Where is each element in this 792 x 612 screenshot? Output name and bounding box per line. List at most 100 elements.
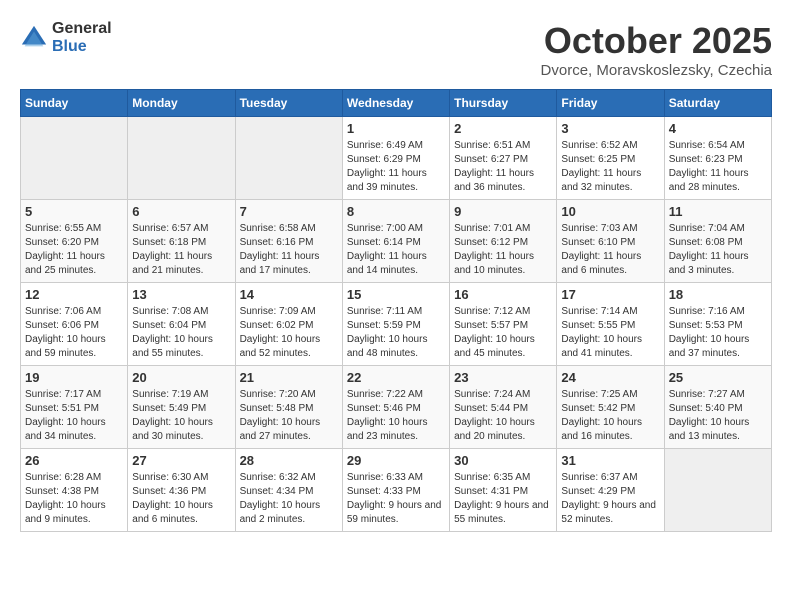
logo-general-text: General	[52, 20, 112, 38]
weekday-header: Monday	[128, 90, 235, 117]
day-number: 1	[347, 121, 445, 136]
cell-info: Sunrise: 6:37 AM Sunset: 4:29 PM Dayligh…	[561, 471, 659, 527]
calendar-cell: 21 Sunrise: 7:20 AM Sunset: 5:48 PM Dayli…	[235, 366, 342, 449]
calendar-cell: 10Sunrise: 7:03 AM Sunset: 6:10 PM Dayli…	[557, 200, 664, 283]
calendar-week-row: 12 Sunrise: 7:06 AM Sunset: 6:06 PM Dayli…	[21, 283, 772, 366]
cell-info: Sunrise: 7:19 AM Sunset: 5:49 PM Dayligh…	[132, 388, 230, 444]
day-number: 5	[25, 204, 123, 219]
calendar-cell: 8 Sunrise: 7:00 AM Sunset: 6:14 PM Daylig…	[342, 200, 449, 283]
logo-icon	[20, 24, 48, 52]
calendar-cell	[21, 117, 128, 200]
calendar-cell	[235, 117, 342, 200]
calendar-cell: 1 Sunrise: 6:49 AM Sunset: 6:29 PM Daylig…	[342, 117, 449, 200]
calendar-cell: 7Sunrise: 6:58 AM Sunset: 6:16 PM Daylig…	[235, 200, 342, 283]
day-number: 20	[132, 370, 230, 385]
calendar-cell: 27 Sunrise: 6:30 AM Sunset: 4:36 PM Dayli…	[128, 449, 235, 532]
calendar-cell: 31 Sunrise: 6:37 AM Sunset: 4:29 PM Dayli…	[557, 449, 664, 532]
weekday-header: Friday	[557, 90, 664, 117]
cell-info: Sunrise: 7:01 AM Sunset: 6:12 PM Dayligh…	[454, 222, 552, 278]
day-number: 10	[561, 204, 659, 219]
calendar-cell: 22 Sunrise: 7:22 AM Sunset: 5:46 PM Dayli…	[342, 366, 449, 449]
weekday-header: Wednesday	[342, 90, 449, 117]
cell-info: Sunrise: 6:32 AM Sunset: 4:34 PM Dayligh…	[240, 471, 338, 527]
calendar-cell: 6 Sunrise: 6:57 AM Sunset: 6:18 PM Daylig…	[128, 200, 235, 283]
cell-info: Sunrise: 6:54 AM Sunset: 6:23 PM Dayligh…	[669, 139, 767, 195]
day-number: 24	[561, 370, 659, 385]
cell-info: Sunrise: 7:12 AM Sunset: 5:57 PM Dayligh…	[454, 305, 552, 361]
day-number: 9	[454, 204, 552, 219]
day-number: 28	[240, 453, 338, 468]
calendar-cell: 26Sunrise: 6:28 AM Sunset: 4:38 PM Dayli…	[21, 449, 128, 532]
cell-info: Sunrise: 7:24 AM Sunset: 5:44 PM Dayligh…	[454, 388, 552, 444]
calendar-cell: 28 Sunrise: 6:32 AM Sunset: 4:34 PM Dayli…	[235, 449, 342, 532]
weekday-header: Sunday	[21, 90, 128, 117]
calendar-cell: 3 Sunrise: 6:52 AM Sunset: 6:25 PM Daylig…	[557, 117, 664, 200]
calendar-week-row: 19Sunrise: 7:17 AM Sunset: 5:51 PM Dayli…	[21, 366, 772, 449]
calendar-cell: 9 Sunrise: 7:01 AM Sunset: 6:12 PM Daylig…	[450, 200, 557, 283]
logo-blue-text: Blue	[52, 38, 112, 56]
calendar-week-row: 26Sunrise: 6:28 AM Sunset: 4:38 PM Dayli…	[21, 449, 772, 532]
weekday-header: Thursday	[450, 90, 557, 117]
location: Dvorce, Moravskoslezsky, Czechia	[541, 62, 772, 79]
cell-info: Sunrise: 6:51 AM Sunset: 6:27 PM Dayligh…	[454, 139, 552, 195]
day-number: 27	[132, 453, 230, 468]
cell-info: Sunrise: 6:35 AM Sunset: 4:31 PM Dayligh…	[454, 471, 552, 527]
cell-info: Sunrise: 6:55 AM Sunset: 6:20 PM Dayligh…	[25, 222, 123, 278]
day-number: 30	[454, 453, 552, 468]
cell-info: Sunrise: 6:49 AM Sunset: 6:29 PM Dayligh…	[347, 139, 445, 195]
calendar-cell: 24 Sunrise: 7:25 AM Sunset: 5:42 PM Dayli…	[557, 366, 664, 449]
calendar-cell	[664, 449, 771, 532]
calendar-cell: 25Sunrise: 7:27 AM Sunset: 5:40 PM Dayli…	[664, 366, 771, 449]
day-number: 19	[25, 370, 123, 385]
calendar-week-row: 5 Sunrise: 6:55 AM Sunset: 6:20 PM Daylig…	[21, 200, 772, 283]
cell-info: Sunrise: 7:04 AM Sunset: 6:08 PM Dayligh…	[669, 222, 767, 278]
cell-info: Sunrise: 7:08 AM Sunset: 6:04 PM Dayligh…	[132, 305, 230, 361]
cell-info: Sunrise: 7:20 AM Sunset: 5:48 PM Dayligh…	[240, 388, 338, 444]
day-number: 21	[240, 370, 338, 385]
day-number: 12	[25, 287, 123, 302]
day-number: 14	[240, 287, 338, 302]
cell-info: Sunrise: 7:16 AM Sunset: 5:53 PM Dayligh…	[669, 305, 767, 361]
day-number: 3	[561, 121, 659, 136]
cell-info: Sunrise: 7:22 AM Sunset: 5:46 PM Dayligh…	[347, 388, 445, 444]
day-number: 16	[454, 287, 552, 302]
cell-info: Sunrise: 7:25 AM Sunset: 5:42 PM Dayligh…	[561, 388, 659, 444]
day-number: 18	[669, 287, 767, 302]
cell-info: Sunrise: 6:52 AM Sunset: 6:25 PM Dayligh…	[561, 139, 659, 195]
cell-info: Sunrise: 6:58 AM Sunset: 6:16 PM Dayligh…	[240, 222, 338, 278]
calendar-cell: 4 Sunrise: 6:54 AM Sunset: 6:23 PM Daylig…	[664, 117, 771, 200]
calendar-cell: 15Sunrise: 7:11 AM Sunset: 5:59 PM Dayli…	[342, 283, 449, 366]
day-number: 2	[454, 121, 552, 136]
day-number: 15	[347, 287, 445, 302]
day-number: 22	[347, 370, 445, 385]
cell-info: Sunrise: 7:06 AM Sunset: 6:06 PM Dayligh…	[25, 305, 123, 361]
day-number: 6	[132, 204, 230, 219]
day-number: 29	[347, 453, 445, 468]
cell-info: Sunrise: 7:14 AM Sunset: 5:55 PM Dayligh…	[561, 305, 659, 361]
calendar-cell: 2 Sunrise: 6:51 AM Sunset: 6:27 PM Daylig…	[450, 117, 557, 200]
calendar-cell: 20 Sunrise: 7:19 AM Sunset: 5:49 PM Dayli…	[128, 366, 235, 449]
title-block: October 2025 Dvorce, Moravskoslezsky, Cz…	[541, 20, 772, 79]
day-number: 26	[25, 453, 123, 468]
calendar-cell: 11 Sunrise: 7:04 AM Sunset: 6:08 PM Dayli…	[664, 200, 771, 283]
day-number: 4	[669, 121, 767, 136]
day-number: 23	[454, 370, 552, 385]
calendar-cell: 13Sunrise: 7:08 AM Sunset: 6:04 PM Dayli…	[128, 283, 235, 366]
day-number: 11	[669, 204, 767, 219]
day-number: 25	[669, 370, 767, 385]
calendar-table: SundayMondayTuesdayWednesdayThursdayFrid…	[20, 89, 772, 532]
cell-info: Sunrise: 7:00 AM Sunset: 6:14 PM Dayligh…	[347, 222, 445, 278]
calendar-cell: 19Sunrise: 7:17 AM Sunset: 5:51 PM Dayli…	[21, 366, 128, 449]
day-number: 31	[561, 453, 659, 468]
calendar-cell: 14 Sunrise: 7:09 AM Sunset: 6:02 PM Dayli…	[235, 283, 342, 366]
cell-info: Sunrise: 6:57 AM Sunset: 6:18 PM Dayligh…	[132, 222, 230, 278]
cell-info: Sunrise: 6:33 AM Sunset: 4:33 PM Dayligh…	[347, 471, 445, 527]
cell-info: Sunrise: 7:09 AM Sunset: 6:02 PM Dayligh…	[240, 305, 338, 361]
calendar-cell: 5 Sunrise: 6:55 AM Sunset: 6:20 PM Daylig…	[21, 200, 128, 283]
weekday-header-row: SundayMondayTuesdayWednesdayThursdayFrid…	[21, 90, 772, 117]
cell-info: Sunrise: 6:30 AM Sunset: 4:36 PM Dayligh…	[132, 471, 230, 527]
page-header: General Blue October 2025 Dvorce, Moravs…	[20, 20, 772, 79]
calendar-cell: 29 Sunrise: 6:33 AM Sunset: 4:33 PM Dayli…	[342, 449, 449, 532]
day-number: 8	[347, 204, 445, 219]
calendar-cell	[128, 117, 235, 200]
